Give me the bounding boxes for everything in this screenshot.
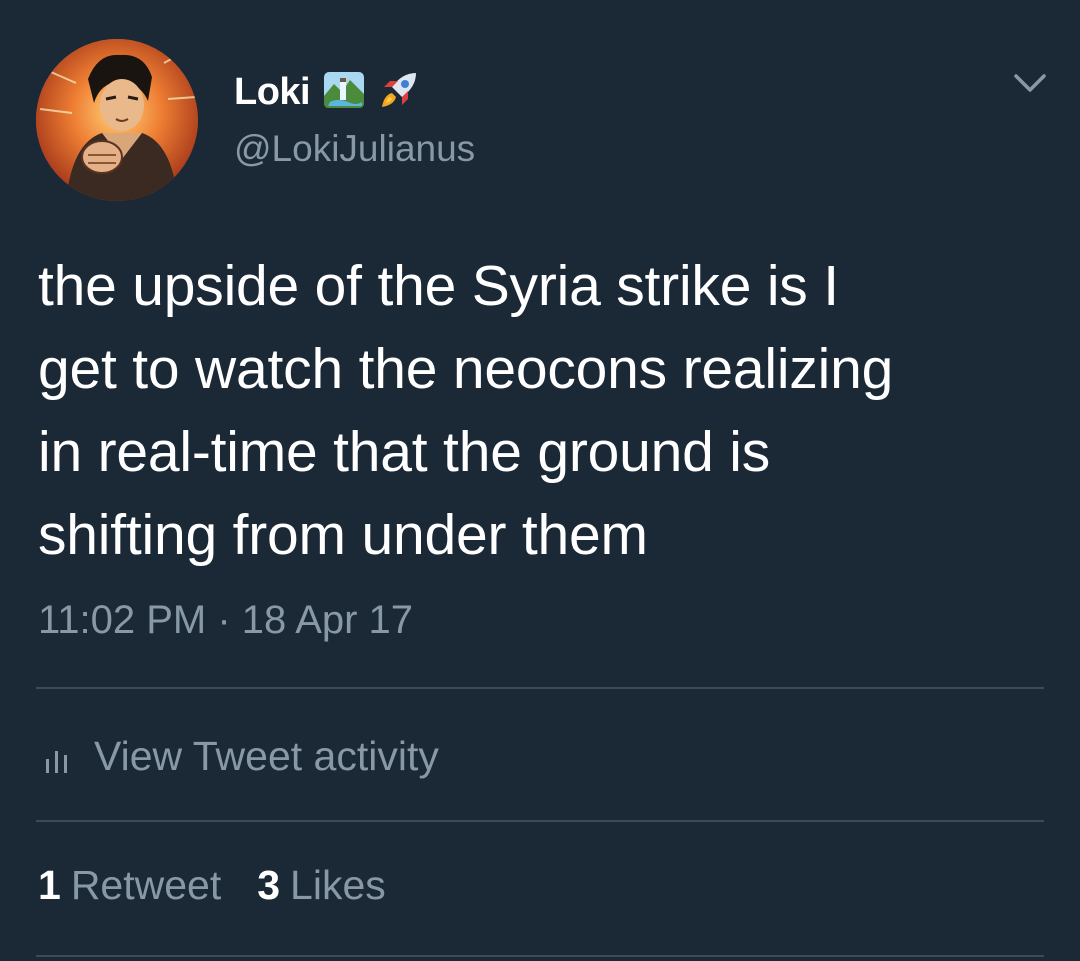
retweet-count: 1 bbox=[38, 862, 61, 908]
retweet-label: Retweet bbox=[70, 862, 222, 908]
display-name[interactable]: Loki bbox=[234, 71, 311, 114]
divider bbox=[36, 687, 1044, 689]
divider bbox=[36, 820, 1044, 822]
tweet-text-line: the upside of the Syria strike is I bbox=[38, 254, 839, 318]
tweet-text-line: shifting from under them bbox=[38, 503, 648, 567]
view-tweet-activity-label: View Tweet activity bbox=[94, 732, 439, 779]
tweet-text-line: get to watch the neocons realizing bbox=[38, 337, 894, 401]
tweet-text-line: in real-time that the ground is bbox=[38, 420, 771, 484]
tweet-menu-button[interactable] bbox=[1010, 68, 1050, 98]
author-name-row: Loki bbox=[234, 68, 420, 116]
user-handle[interactable]: @LokiJulianus bbox=[234, 128, 475, 170]
tweet-detail: Loki @LokiJulianus the upside of the Syr… bbox=[0, 0, 1080, 961]
tweet-text: the upside of the Syria strike is I get … bbox=[38, 245, 1048, 577]
chevron-down-icon bbox=[1014, 74, 1046, 92]
rocket-emoji-icon bbox=[378, 69, 420, 116]
avatar[interactable] bbox=[36, 39, 198, 201]
divider bbox=[36, 955, 1044, 957]
like-count: 3 bbox=[257, 862, 281, 908]
like-label: Likes bbox=[290, 862, 386, 908]
tweet-stats: 1 Retweet 3 Likes bbox=[38, 862, 422, 909]
waterfall-landscape-emoji-icon bbox=[322, 70, 366, 115]
retweets-stat[interactable]: 1 Retweet bbox=[38, 862, 221, 909]
likes-stat[interactable]: 3 Likes bbox=[257, 862, 386, 909]
view-tweet-activity-button[interactable]: View Tweet activity bbox=[44, 727, 439, 785]
tweet-timestamp[interactable]: 11:02 PM · 18 Apr 17 bbox=[38, 598, 413, 643]
avatar-illustration bbox=[36, 39, 198, 201]
bar-chart-icon bbox=[46, 751, 67, 773]
